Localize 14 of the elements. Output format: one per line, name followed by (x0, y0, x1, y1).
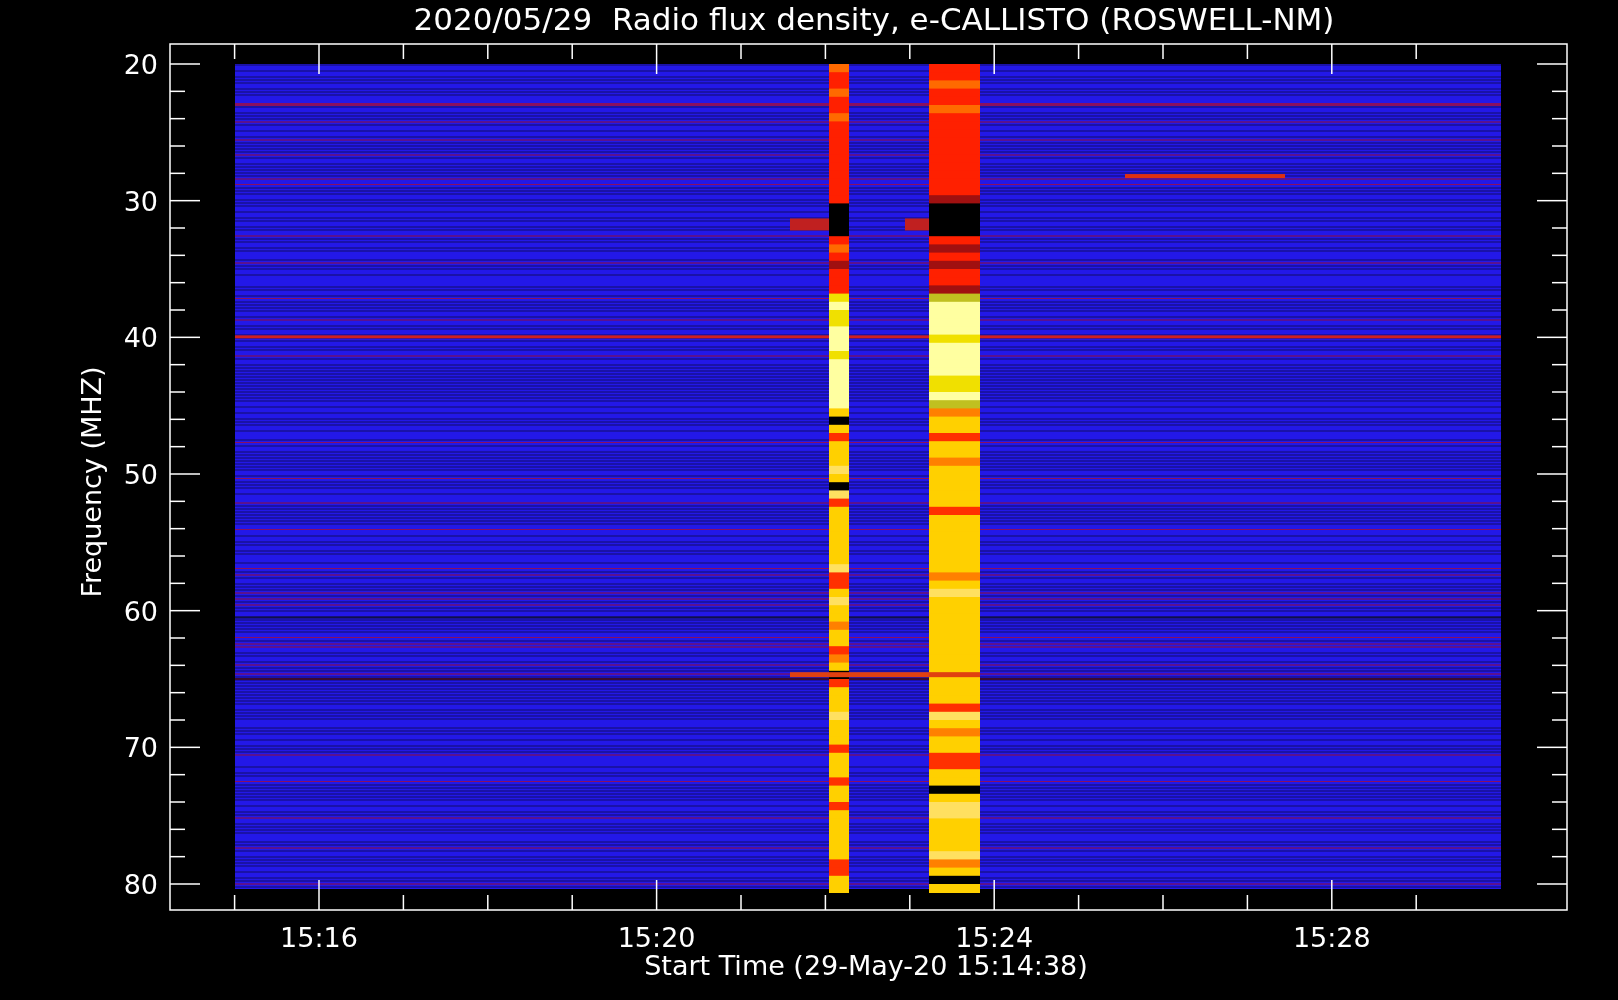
x-axis-label: Start Time (29-May-20 15:14:38) (644, 950, 1088, 981)
y-axis-label: Frequency (MHZ) (76, 366, 107, 598)
y-tick-label: 50 (123, 459, 158, 490)
chart-title: 2020/05/29 Radio flux density, e-CALLISTO (ROSWELL-NM) (413, 1, 1335, 37)
y-tick-label: 70 (123, 732, 158, 764)
x-tick-label: 15:24 (955, 922, 1034, 953)
x-tick-label: 15:20 (617, 922, 696, 953)
y-tick-label: 40 (123, 322, 158, 354)
y-tick-label: 20 (123, 49, 158, 80)
y-tick-label: 80 (123, 869, 158, 900)
x-tick-label: 15:28 (1292, 922, 1371, 953)
x-tick-label: 15:16 (280, 922, 358, 953)
y-tick-label: 60 (123, 595, 158, 627)
y-tick-label: 30 (123, 185, 158, 217)
